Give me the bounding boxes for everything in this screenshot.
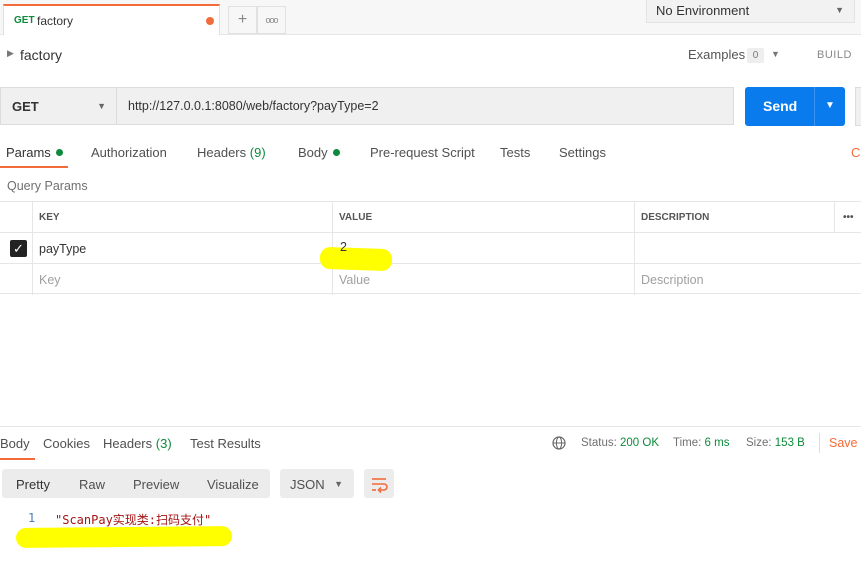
chevron-down-icon: ▼	[835, 5, 844, 15]
response-tab-bar: Body Cookies Headers (3) Test Results St…	[0, 426, 861, 460]
send-label: Send	[763, 98, 798, 114]
examples-count-badge: 0	[747, 48, 764, 63]
expand-arrow-icon[interactable]: ▶	[7, 48, 14, 59]
request-tab-factory[interactable]: GET factory	[3, 4, 220, 35]
globe-icon[interactable]	[552, 436, 566, 450]
params-indicator-dot	[55, 149, 63, 156]
response-body-line: 1 "ScanPay实现类:扫码支付"	[0, 510, 861, 528]
row-check-cell: ✓	[0, 233, 32, 264]
response-tab-headers[interactable]: Headers (3)	[103, 436, 172, 451]
plus-icon: +	[237, 11, 248, 28]
time-label: Time:	[673, 437, 702, 449]
cookies-link-partial[interactable]: C	[851, 145, 860, 160]
column-header-description: DESCRIPTION	[634, 202, 834, 233]
line-number: 1	[28, 511, 36, 525]
save-button-partial[interactable]	[855, 87, 861, 126]
request-tab-bar: GET factory + ooo No Environment ▼	[0, 0, 861, 35]
row-check-cell	[0, 264, 32, 295]
active-tab-underline	[0, 166, 68, 168]
tab-body-label: Body	[298, 145, 328, 160]
request-tab-name: factory	[37, 14, 74, 28]
send-divider	[814, 87, 815, 126]
view-pretty-button[interactable]: Pretty	[16, 477, 50, 492]
response-format-value: JSON	[290, 477, 325, 492]
chevron-down-icon: ▼	[97, 101, 106, 111]
size-value: 153 B	[774, 437, 805, 449]
response-tab-body[interactable]: Body	[0, 436, 30, 451]
highlighter-mark	[15, 526, 233, 548]
param-description-cell[interactable]	[634, 233, 834, 264]
new-description-input[interactable]: Description	[634, 264, 834, 295]
tab-headers-label: Headers	[197, 145, 247, 160]
headers-count: (9)	[249, 145, 266, 160]
http-method-value: GET	[12, 99, 39, 114]
tab-headers[interactable]: Headers (9)	[197, 145, 266, 160]
http-method-select[interactable]: GET ▼	[0, 87, 117, 125]
size-label: Size:	[746, 437, 772, 449]
param-value-overlay: 2	[340, 240, 347, 254]
request-name-bar: ▶ factory Examples 0 ▼ BUILD	[0, 36, 861, 74]
param-enabled-checkbox[interactable]: ✓	[10, 240, 27, 257]
response-headers-label: Headers	[103, 436, 153, 451]
header-check-cell	[0, 202, 32, 233]
view-preview-button[interactable]: Preview	[133, 477, 179, 492]
more-icon: ooo	[265, 15, 278, 25]
param-key-cell[interactable]: payType	[32, 233, 332, 264]
chevron-down-icon[interactable]: ▼	[771, 49, 780, 59]
table-header-row: KEY VALUE DESCRIPTION •••	[0, 201, 861, 233]
column-header-value: VALUE	[332, 202, 634, 233]
tab-authorization[interactable]: Authorization	[91, 145, 167, 160]
column-options-icon[interactable]: •••	[834, 202, 861, 233]
active-response-tab-underline	[0, 458, 35, 460]
tab-body[interactable]: Body	[298, 145, 340, 160]
table-row-new: Key Value Description	[0, 263, 861, 295]
response-status: Status: 200 OK	[581, 437, 659, 449]
request-title: factory	[20, 47, 63, 63]
status-label: Status:	[581, 437, 617, 449]
column-header-key: KEY	[32, 202, 332, 233]
tab-settings[interactable]: Settings	[559, 145, 606, 160]
save-response-button[interactable]: Save I	[829, 436, 861, 450]
request-tab-method: GET	[14, 15, 35, 26]
response-divider	[819, 433, 820, 453]
response-body-string: "ScanPay实现类:扫码支付"	[55, 513, 212, 527]
tab-params[interactable]: Params	[6, 145, 63, 160]
query-params-title: Query Params	[7, 179, 88, 193]
wrap-lines-icon	[372, 478, 388, 494]
time-value: 6 ms	[704, 437, 730, 449]
view-visualize-button[interactable]: Visualize	[207, 477, 259, 492]
examples-button[interactable]: Examples	[688, 47, 745, 62]
tab-tests[interactable]: Tests	[500, 145, 530, 160]
table-row: ✓ payType	[0, 232, 861, 264]
environment-selected: No Environment	[656, 3, 750, 18]
response-tab-cookies[interactable]: Cookies	[43, 436, 90, 451]
response-view-modes: Pretty Raw Preview Visualize	[2, 469, 270, 498]
chevron-down-icon: ▼	[334, 479, 343, 489]
response-size: Size: 153 B	[746, 437, 805, 449]
wrap-lines-button[interactable]	[364, 469, 394, 498]
build-button[interactable]: BUILD	[817, 49, 852, 61]
tab-options-button[interactable]: ooo	[257, 6, 286, 34]
body-indicator-dot	[332, 149, 340, 156]
tab-prerequest-script[interactable]: Pre-request Script	[370, 145, 475, 160]
unsaved-dot-icon	[206, 17, 214, 25]
send-button[interactable]: Send ▼	[745, 87, 845, 126]
environment-select[interactable]: No Environment ▼	[646, 0, 855, 23]
response-tab-test-results[interactable]: Test Results	[190, 436, 261, 451]
highlighter-mark	[319, 246, 393, 272]
new-key-input[interactable]: Key	[32, 264, 332, 295]
response-time: Time: 6 ms	[673, 437, 729, 449]
new-tab-button[interactable]: +	[228, 6, 257, 34]
view-raw-button[interactable]: Raw	[79, 477, 105, 492]
url-input[interactable]: http://127.0.0.1:8080/web/factory?payTyp…	[116, 87, 734, 125]
tab-params-label: Params	[6, 145, 51, 160]
send-options-caret-icon[interactable]: ▼	[825, 100, 835, 111]
response-headers-count: (3)	[155, 436, 172, 451]
response-format-select[interactable]: JSON ▼	[280, 469, 354, 498]
status-value: 200 OK	[620, 437, 660, 449]
request-tabs: Params Authorization Headers (9) Body Pr…	[0, 140, 861, 168]
